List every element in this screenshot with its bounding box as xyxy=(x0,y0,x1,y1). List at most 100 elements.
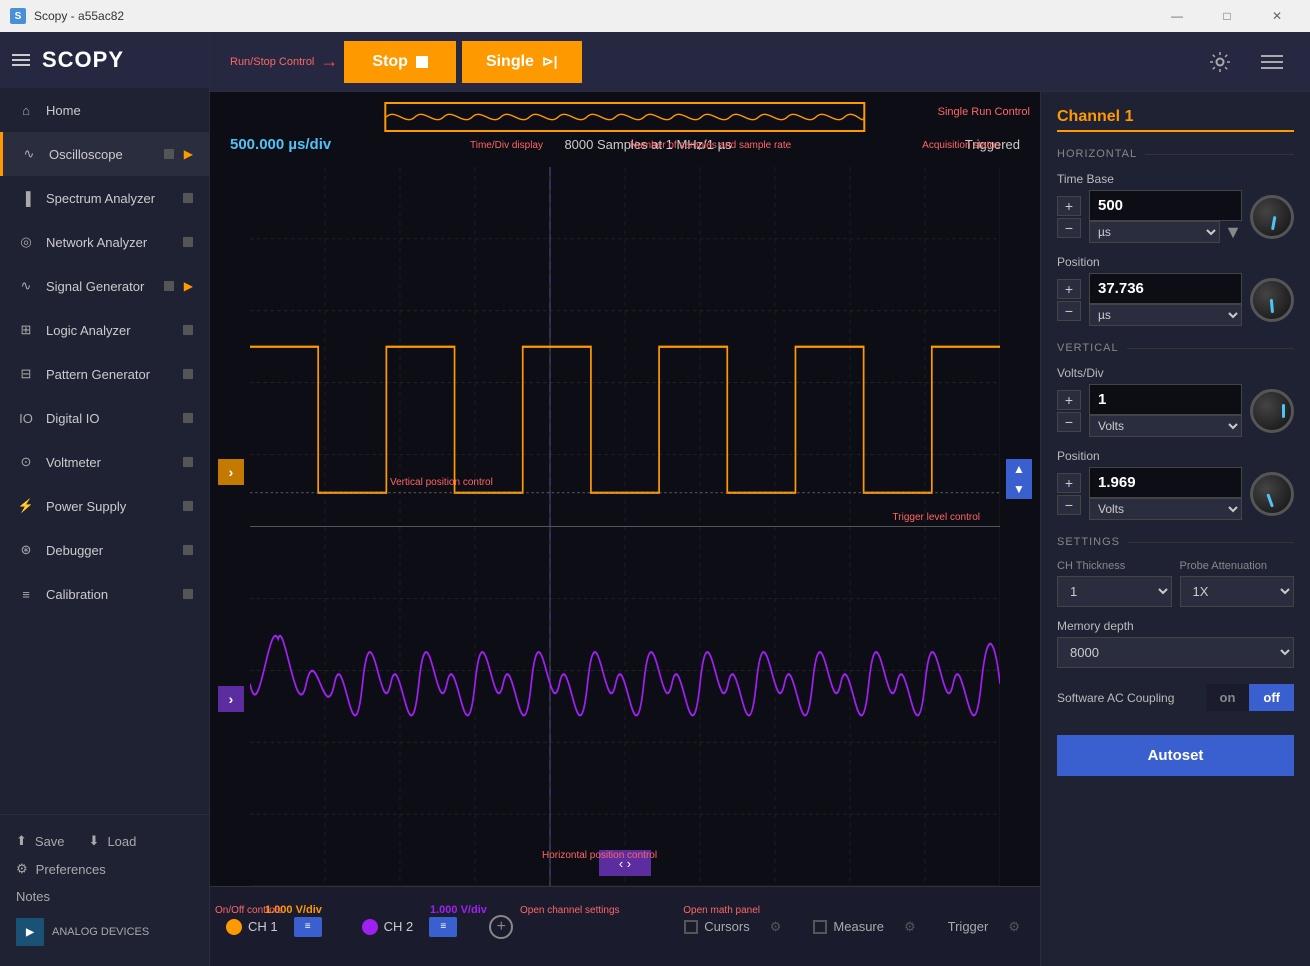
v-pos-ch2-button[interactable]: › xyxy=(218,686,244,712)
ch2-toggle[interactable]: CH 2 xyxy=(362,919,414,935)
sidebar-item-spectrum[interactable]: ▐ Spectrum Analyzer xyxy=(0,176,209,220)
analog-devices-branding: ▶ ANALOG DEVICES xyxy=(16,910,193,954)
cursors-label: Cursors xyxy=(704,919,750,934)
probe-att-select[interactable]: 1X 10X 100X xyxy=(1180,576,1295,607)
power-icon: ⚡ xyxy=(16,496,36,516)
trigger-label: Trigger xyxy=(948,919,989,934)
sidebar-item-power[interactable]: ⚡ Power Supply xyxy=(0,484,209,528)
v-position-input-group: Volts mV xyxy=(1089,467,1242,520)
app-icon: S xyxy=(10,8,26,24)
sidebar-item-oscilloscope[interactable]: ∿ Oscilloscope ▶ xyxy=(0,132,209,176)
sidebar-item-calibration[interactable]: ≡ Calibration xyxy=(0,572,209,616)
save-item[interactable]: ⬆ Save ⬇ Load xyxy=(16,827,193,855)
stop-label: Stop xyxy=(372,53,408,71)
volts-div-unit-row: Volts mV xyxy=(1089,415,1242,437)
h-position-knob[interactable] xyxy=(1250,278,1294,322)
ch-thickness-select[interactable]: 1 2 3 xyxy=(1057,576,1172,607)
scope-preview-bar xyxy=(384,102,865,132)
voltmeter-icon: ⊙ xyxy=(16,452,36,472)
time-base-unit-select[interactable]: µs ms s xyxy=(1089,221,1220,243)
single-button[interactable]: Single ⊳| xyxy=(462,41,582,83)
debugger-icon: ⊛ xyxy=(16,540,36,560)
preferences-item[interactable]: ⚙ Preferences xyxy=(16,855,193,883)
sidebar-item-debugger[interactable]: ⊛ Debugger xyxy=(0,528,209,572)
volts-div-knob[interactable] xyxy=(1250,389,1294,433)
trigger-control[interactable]: Trigger xyxy=(948,919,989,934)
oscilloscope-icon: ∿ xyxy=(19,144,39,164)
vertical-section-line xyxy=(1127,348,1294,349)
autoset-button[interactable]: Autoset xyxy=(1057,735,1294,776)
ch1-settings-button[interactable]: ≡ xyxy=(294,917,322,937)
measure-control[interactable]: Measure xyxy=(813,919,884,934)
volts-div-unit-select[interactable]: Volts mV xyxy=(1089,415,1242,437)
h-position-plus[interactable]: + xyxy=(1057,279,1081,299)
h-position-plus-minus: + − xyxy=(1057,279,1081,321)
close-button[interactable]: ✕ xyxy=(1254,0,1300,32)
scroll-up-button[interactable]: ▲ xyxy=(1006,459,1032,479)
notes-item[interactable]: Notes xyxy=(16,883,193,910)
volts-div-plus[interactable]: + xyxy=(1057,390,1081,410)
v-position-control: + − Volts mV xyxy=(1057,467,1294,520)
gear-icon xyxy=(1209,51,1231,73)
scroll-down-button[interactable]: ▼ xyxy=(1006,479,1032,499)
v-position-input[interactable] xyxy=(1089,467,1242,498)
menu-icon-btn[interactable] xyxy=(1254,44,1290,80)
h-position-label: Position xyxy=(1057,255,1294,269)
h-pos-button[interactable]: ‹ › xyxy=(599,850,651,876)
sidebar-label-pattern: Pattern Generator xyxy=(46,367,173,382)
time-base-input[interactable] xyxy=(1089,190,1242,221)
channel-divider xyxy=(1057,130,1294,132)
v-position-minus[interactable]: − xyxy=(1057,495,1081,515)
minimize-button[interactable]: — xyxy=(1154,0,1200,32)
sidebar-item-home[interactable]: ⌂ Home xyxy=(0,88,209,132)
measure-settings[interactable]: ⚙ xyxy=(904,919,916,935)
v-position-plus[interactable]: + xyxy=(1057,473,1081,493)
horizontal-section-label: HORIZONTAL xyxy=(1057,148,1294,160)
time-base-knob[interactable] xyxy=(1250,195,1294,239)
ac-coupling-on-button[interactable]: on xyxy=(1206,684,1250,711)
add-channel-button[interactable]: + xyxy=(489,915,513,939)
cursors-control[interactable]: Cursors xyxy=(684,919,750,934)
window-controls: — □ ✕ xyxy=(1154,0,1300,32)
sidebar-item-logic[interactable]: ⊞ Logic Analyzer xyxy=(0,308,209,352)
main-content: Run/Stop Control → Stop Single ⊳| xyxy=(210,32,1310,966)
measure-checkbox[interactable] xyxy=(813,920,827,934)
ch2-settings-button[interactable]: ≡ xyxy=(429,917,457,937)
v-position-unit-select[interactable]: Volts mV xyxy=(1089,498,1242,520)
cursors-checkbox[interactable] xyxy=(684,920,698,934)
h-position-unit-select[interactable]: µs ms s xyxy=(1089,304,1242,326)
trigger-settings[interactable]: ⚙ xyxy=(1008,919,1020,935)
v-position-knob[interactable] xyxy=(1250,472,1294,516)
acquisition-status: Triggered xyxy=(965,137,1020,152)
hamburger-menu[interactable] xyxy=(12,54,30,66)
ch2-circle xyxy=(362,919,378,935)
sidebar-item-pattern[interactable]: ⊟ Pattern Generator xyxy=(0,352,209,396)
ac-coupling-off-button[interactable]: off xyxy=(1249,684,1294,711)
sidebar: SCOPY ⌂ Home ∿ Oscilloscope ▶ ▐ Spectrum… xyxy=(0,32,210,966)
memory-depth-select[interactable]: 8000 16000 32000 xyxy=(1057,637,1294,668)
ch1-toggle[interactable]: CH 1 xyxy=(226,919,278,935)
company-name: ANALOG DEVICES xyxy=(52,926,149,938)
settings-icon-btn[interactable] xyxy=(1202,44,1238,80)
h-position-minus[interactable]: − xyxy=(1057,301,1081,321)
time-base-dropdown-arrow[interactable]: ▼ xyxy=(1224,222,1242,243)
math-panel-annotation: Open math panel xyxy=(683,905,760,916)
sidebar-label-debugger: Debugger xyxy=(46,543,173,558)
sidebar-item-voltmeter[interactable]: ⊙ Voltmeter xyxy=(0,440,209,484)
v-pos-ch1-button[interactable]: › xyxy=(218,459,244,485)
sidebar-item-signal[interactable]: ∿ Signal Generator ▶ xyxy=(0,264,209,308)
cursors-settings[interactable]: ⚙ xyxy=(770,919,782,935)
maximize-button[interactable]: □ xyxy=(1204,0,1250,32)
volts-div-minus[interactable]: − xyxy=(1057,412,1081,432)
h-position-control: + − µs ms s xyxy=(1057,273,1294,326)
volts-div-input[interactable] xyxy=(1089,384,1242,415)
sidebar-item-network[interactable]: ◎ Network Analyzer xyxy=(0,220,209,264)
time-base-control: + − µs ms s ▼ xyxy=(1057,190,1294,243)
h-position-input[interactable] xyxy=(1089,273,1242,304)
sidebar-item-digital[interactable]: IO Digital IO xyxy=(0,396,209,440)
stop-button[interactable]: Stop xyxy=(344,41,456,83)
ch2-label: CH 2 xyxy=(384,919,414,934)
time-base-plus[interactable]: + xyxy=(1057,196,1081,216)
settings-section-line xyxy=(1128,542,1294,543)
time-base-minus[interactable]: − xyxy=(1057,218,1081,238)
